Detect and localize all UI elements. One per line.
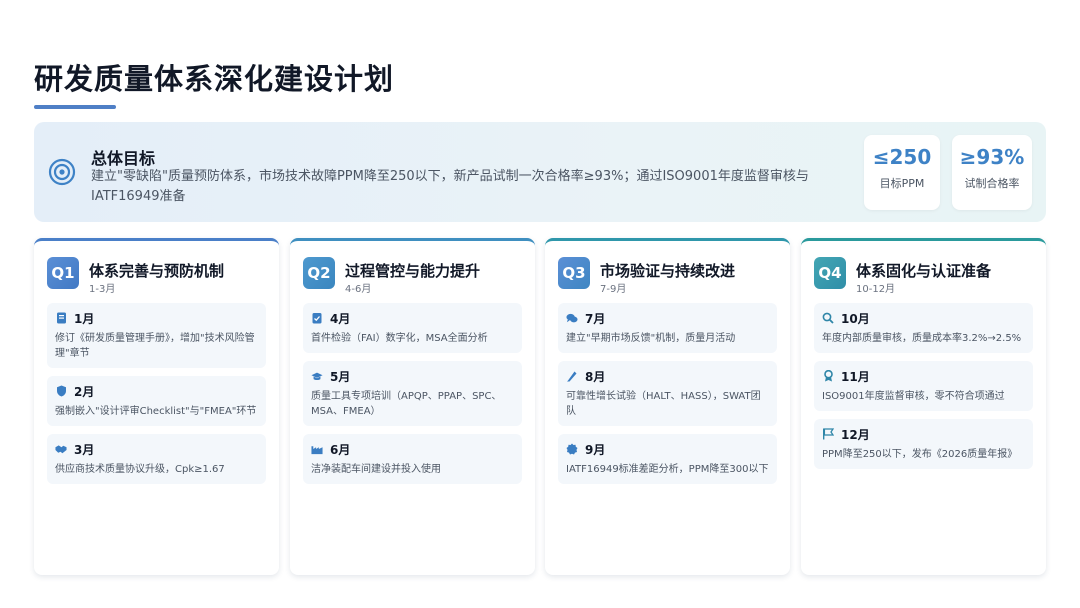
month-label: 4月: [330, 311, 351, 326]
month-item: 10月 年度内部质量审核，质量成本率3.2%→2.5%: [814, 303, 1033, 353]
month-label: 6月: [330, 442, 351, 457]
shield-icon: [55, 385, 67, 397]
month-item: 11月 ISO9001年度监督审核，零不符合项通过: [814, 361, 1033, 411]
month-item: 6月 洁净装配车间建设并投入使用: [303, 434, 522, 484]
month-description: 年度内部质量审核，质量成本率3.2%→2.5%: [822, 333, 1022, 344]
comments-icon: [566, 312, 578, 324]
month-label: 5月: [330, 369, 351, 384]
magnifier-icon: [822, 312, 834, 324]
month-description: 建立"早期市场反馈"机制，质量月活动: [566, 333, 736, 344]
metric-card-pass-rate: ≥93% 试制合格率: [952, 135, 1032, 210]
metric-card-ppm: ≤250 目标PPM: [864, 135, 940, 210]
month-item: 1月 修订《研发质量管理手册》，增加"技术风险管理"章节: [47, 303, 266, 368]
month-label: 7月: [585, 311, 606, 326]
graduation-cap-icon: [311, 370, 323, 382]
month-label: 12月: [841, 427, 870, 442]
month-description: 可靠性增长试验（HALT、HASS），SWAT团队: [566, 391, 761, 417]
quarter-title: 体系完善与预防机制: [89, 262, 225, 280]
month-description: 洁净装配车间建设并投入使用: [311, 464, 441, 475]
award-icon: [822, 370, 834, 382]
month-description: 供应商技术质量协议升级，Cpk≥1.67: [55, 464, 225, 475]
month-item: 2月 强制嵌入"设计评审Checklist"与"FMEA"环节: [47, 376, 266, 426]
month-description: 质量工具专项培训（APQP、PPAP、SPC、MSA、FMEA）: [311, 391, 502, 417]
quarter-badge: Q1: [47, 257, 79, 289]
page-title: 研发质量体系深化建设计划: [34, 62, 395, 96]
book-icon: [55, 312, 67, 324]
metric-label: 目标PPM: [879, 177, 925, 190]
month-description: ISO9001年度监督审核，零不符合项通过: [822, 391, 1005, 402]
quarter-title: 市场验证与持续改进: [600, 262, 736, 280]
month-item: 12月 PPM降至250以下，发布《2026质量年报》: [814, 419, 1033, 469]
month-item: 9月 IATF16949标准差距分析，PPM降至300以下: [558, 434, 777, 484]
certificate-icon: [566, 443, 578, 455]
quarter-card-q3: Q3 市场验证与持续改进 7-9月 7月 建立"早期市场反馈"机制，质量月活动 …: [545, 238, 790, 575]
metric-label: 试制合格率: [964, 177, 1020, 190]
month-label: 9月: [585, 442, 606, 457]
clipboard-check-icon: [311, 312, 323, 324]
quarter-months: 4-6月: [345, 284, 372, 295]
title-underline: [34, 105, 116, 109]
metric-value: ≤250: [872, 145, 932, 169]
quarter-card-q1: Q1 体系完善与预防机制 1-3月 1月 修订《研发质量管理手册》，增加"技术风…: [34, 238, 279, 575]
month-label: 11月: [841, 369, 870, 384]
month-item: 5月 质量工具专项培训（APQP、PPAP、SPC、MSA、FMEA）: [303, 361, 522, 426]
month-description: IATF16949标准差距分析，PPM降至300以下: [566, 464, 769, 475]
handshake-icon: [55, 443, 67, 455]
target-icon: [48, 158, 76, 186]
month-label: 8月: [585, 369, 606, 384]
flask-icon: [566, 370, 578, 382]
quarter-months: 7-9月: [600, 284, 627, 295]
factory-icon: [311, 443, 323, 455]
quarter-card-q4: Q4 体系固化与认证准备 10-12月 10月 年度内部质量审核，质量成本率3.…: [801, 238, 1046, 575]
month-description: 首件检验（FAI）数字化，MSA全面分析: [311, 333, 488, 344]
quarter-badge: Q3: [558, 257, 590, 289]
quarter-title: 体系固化与认证准备: [856, 262, 992, 280]
quarter-badge: Q2: [303, 257, 335, 289]
month-label: 10月: [841, 311, 870, 326]
month-item: 3月 供应商技术质量协议升级，Cpk≥1.67: [47, 434, 266, 484]
overall-goal-panel: 总体目标 建立"零缺陷"质量预防体系，市场技术故障PPM降至250以下，新产品试…: [34, 122, 1046, 222]
month-label: 2月: [74, 384, 95, 399]
month-item: 4月 首件检验（FAI）数字化，MSA全面分析: [303, 303, 522, 353]
month-label: 1月: [74, 311, 95, 326]
quarter-months: 1-3月: [89, 284, 116, 295]
month-description: 强制嵌入"设计评审Checklist"与"FMEA"环节: [55, 406, 257, 417]
month-description: 修订《研发质量管理手册》，增加"技术风险管理"章节: [55, 333, 255, 359]
month-description: PPM降至250以下，发布《2026质量年报》: [822, 449, 1018, 460]
quarter-badge: Q4: [814, 257, 846, 289]
quarter-title: 过程管控与能力提升: [345, 262, 481, 280]
quarter-months: 10-12月: [856, 284, 896, 295]
month-item: 8月 可靠性增长试验（HALT、HASS），SWAT团队: [558, 361, 777, 426]
month-item: 7月 建立"早期市场反馈"机制，质量月活动: [558, 303, 777, 353]
metric-value: ≥93%: [959, 145, 1025, 169]
quarter-card-q2: Q2 过程管控与能力提升 4-6月 4月 首件检验（FAI）数字化，MSA全面分…: [290, 238, 535, 575]
flag-icon: [822, 428, 834, 440]
goal-description: 建立"零缺陷"质量预防体系，市场技术故障PPM降至250以下，新产品试制一次合格…: [91, 169, 809, 204]
goal-heading: 总体目标: [91, 149, 156, 168]
month-label: 3月: [74, 442, 95, 457]
